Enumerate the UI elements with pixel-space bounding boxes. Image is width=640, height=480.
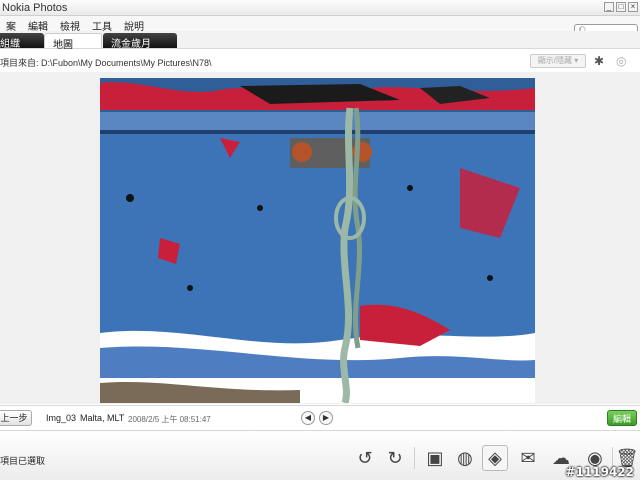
- menu-edit[interactable]: 編輯: [22, 16, 54, 33]
- photo-viewer: [0, 72, 640, 404]
- menu-bar: 案 編輯 檢視 工具 說明: [0, 16, 640, 33]
- tab-memories[interactable]: 流金歲月: [103, 33, 177, 50]
- minimize-button[interactable]: _: [604, 2, 614, 12]
- edit-button[interactable]: 編輯: [607, 410, 637, 426]
- location: Malta, MLT: [80, 413, 125, 423]
- close-button[interactable]: ×: [628, 2, 638, 12]
- rotate-right-icon[interactable]: ↻: [382, 445, 408, 471]
- rotate-left-icon[interactable]: ↺: [352, 445, 378, 471]
- chevron-right-icon: ▶: [322, 413, 330, 422]
- mail-icon[interactable]: ✉: [515, 445, 541, 471]
- photo-image: [100, 78, 535, 403]
- maximize-button[interactable]: □: [616, 2, 626, 12]
- title-bar: Nokia Photos _ □ ×: [0, 0, 640, 16]
- previous-button[interactable]: 上一步: [0, 410, 32, 426]
- slideshow-icon[interactable]: ▣: [422, 445, 448, 471]
- menu-help[interactable]: 說明: [118, 16, 150, 33]
- globe-icon[interactable]: ◍: [452, 445, 478, 471]
- show-hide-dropdown[interactable]: 顯示/隱藏 ▾: [530, 54, 586, 68]
- photo[interactable]: [100, 78, 535, 403]
- menu-view[interactable]: 檢視: [54, 16, 86, 33]
- menu-file[interactable]: 案: [0, 16, 22, 33]
- prev-photo-button[interactable]: ◀: [301, 411, 315, 425]
- tab-organize[interactable]: 組織: [0, 33, 44, 50]
- source-path: 項目來自: D:\Fubon\My Documents\My Pictures\…: [0, 58, 212, 68]
- filename: Img_03: [46, 413, 77, 423]
- tab-bar: 組織 地圖 流金歲月: [0, 31, 640, 51]
- toolbar-divider: [414, 447, 415, 469]
- watermark: #1119422: [565, 465, 634, 479]
- chevron-left-icon: ◀: [304, 413, 312, 422]
- window-title: Nokia Photos: [2, 2, 68, 14]
- status-bar: 項目已選取 ↺ ↻ ▣ ◍ ◈ ✉ ☁ ◉ 🗑︎ #1119422: [0, 430, 640, 480]
- tag-icon[interactable]: ◈: [482, 445, 508, 471]
- menu-tools[interactable]: 工具: [86, 16, 118, 33]
- tab-map[interactable]: 地圖: [44, 33, 102, 51]
- path-bar: 項目來自: D:\Fubon\My Documents\My Pictures\…: [0, 50, 640, 72]
- info-bar: 上一步 Img_03 Malta, MLT 2008/2/5 上午 08:51:…: [0, 405, 640, 429]
- next-photo-button[interactable]: ▶: [319, 411, 333, 425]
- status-text: 項目已選取: [0, 456, 46, 466]
- zoom-icon[interactable]: ✱: [594, 54, 604, 68]
- lock-icon[interactable]: ◎: [616, 54, 626, 68]
- datetime: 2008/2/5 上午 08:51:47: [128, 415, 211, 424]
